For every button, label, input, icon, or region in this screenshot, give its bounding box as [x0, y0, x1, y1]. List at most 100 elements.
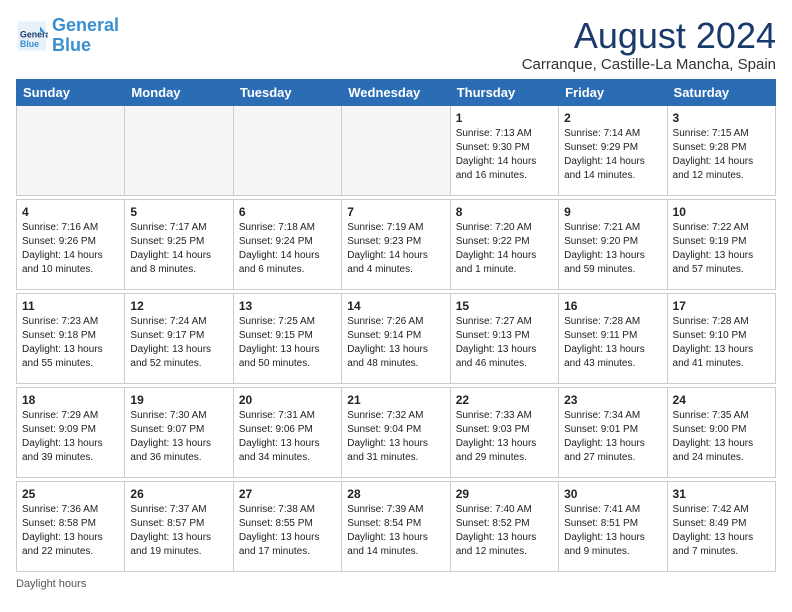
day-detail: Sunrise: 7:34 AM Sunset: 9:01 PM Dayligh…	[564, 409, 661, 465]
location-subtitle: Carranque, Castille-La Mancha, Spain	[522, 56, 776, 73]
day-cell: 6Sunrise: 7:18 AM Sunset: 9:24 PM Daylig…	[233, 199, 341, 289]
header-area: General Blue General Blue August 2024 Ca…	[16, 16, 776, 73]
day-cell: 30Sunrise: 7:41 AM Sunset: 8:51 PM Dayli…	[559, 481, 667, 571]
day-number: 13	[239, 298, 336, 315]
day-number: 24	[673, 392, 770, 409]
day-cell	[342, 105, 450, 195]
day-cell: 14Sunrise: 7:26 AM Sunset: 9:14 PM Dayli…	[342, 293, 450, 383]
day-number: 6	[239, 204, 336, 221]
svg-text:Blue: Blue	[20, 39, 39, 49]
day-detail: Sunrise: 7:14 AM Sunset: 9:29 PM Dayligh…	[564, 127, 661, 183]
day-detail: Sunrise: 7:25 AM Sunset: 9:15 PM Dayligh…	[239, 315, 336, 371]
day-cell: 3Sunrise: 7:15 AM Sunset: 9:28 PM Daylig…	[667, 105, 775, 195]
week-row-1: 1Sunrise: 7:13 AM Sunset: 9:30 PM Daylig…	[17, 105, 776, 195]
day-cell: 29Sunrise: 7:40 AM Sunset: 8:52 PM Dayli…	[450, 481, 558, 571]
day-cell: 17Sunrise: 7:28 AM Sunset: 9:10 PM Dayli…	[667, 293, 775, 383]
logo: General Blue General Blue	[16, 16, 119, 56]
day-number: 21	[347, 392, 444, 409]
day-cell: 21Sunrise: 7:32 AM Sunset: 9:04 PM Dayli…	[342, 387, 450, 477]
day-number: 10	[673, 204, 770, 221]
day-detail: Sunrise: 7:21 AM Sunset: 9:20 PM Dayligh…	[564, 221, 661, 277]
day-cell: 2Sunrise: 7:14 AM Sunset: 9:29 PM Daylig…	[559, 105, 667, 195]
day-number: 11	[22, 298, 119, 315]
day-cell: 28Sunrise: 7:39 AM Sunset: 8:54 PM Dayli…	[342, 481, 450, 571]
day-number: 31	[673, 486, 770, 503]
day-detail: Sunrise: 7:24 AM Sunset: 9:17 PM Dayligh…	[130, 315, 227, 371]
day-cell: 31Sunrise: 7:42 AM Sunset: 8:49 PM Dayli…	[667, 481, 775, 571]
day-detail: Sunrise: 7:23 AM Sunset: 9:18 PM Dayligh…	[22, 315, 119, 371]
day-number: 7	[347, 204, 444, 221]
svg-text:General: General	[20, 29, 48, 39]
col-tuesday: Tuesday	[233, 79, 341, 105]
day-detail: Sunrise: 7:22 AM Sunset: 9:19 PM Dayligh…	[673, 221, 770, 277]
day-number: 25	[22, 486, 119, 503]
day-detail: Sunrise: 7:20 AM Sunset: 9:22 PM Dayligh…	[456, 221, 553, 277]
week-row-5: 25Sunrise: 7:36 AM Sunset: 8:58 PM Dayli…	[17, 481, 776, 571]
day-detail: Sunrise: 7:28 AM Sunset: 9:11 PM Dayligh…	[564, 315, 661, 371]
day-cell: 24Sunrise: 7:35 AM Sunset: 9:00 PM Dayli…	[667, 387, 775, 477]
day-number: 27	[239, 486, 336, 503]
day-detail: Sunrise: 7:13 AM Sunset: 9:30 PM Dayligh…	[456, 127, 553, 183]
day-cell: 11Sunrise: 7:23 AM Sunset: 9:18 PM Dayli…	[17, 293, 125, 383]
calendar-body: 1Sunrise: 7:13 AM Sunset: 9:30 PM Daylig…	[17, 105, 776, 571]
day-cell: 25Sunrise: 7:36 AM Sunset: 8:58 PM Dayli…	[17, 481, 125, 571]
day-detail: Sunrise: 7:15 AM Sunset: 9:28 PM Dayligh…	[673, 127, 770, 183]
day-cell: 12Sunrise: 7:24 AM Sunset: 9:17 PM Dayli…	[125, 293, 233, 383]
day-number: 14	[347, 298, 444, 315]
day-detail: Sunrise: 7:30 AM Sunset: 9:07 PM Dayligh…	[130, 409, 227, 465]
day-cell: 4Sunrise: 7:16 AM Sunset: 9:26 PM Daylig…	[17, 199, 125, 289]
day-number: 5	[130, 204, 227, 221]
day-cell: 7Sunrise: 7:19 AM Sunset: 9:23 PM Daylig…	[342, 199, 450, 289]
day-detail: Sunrise: 7:41 AM Sunset: 8:51 PM Dayligh…	[564, 503, 661, 559]
day-number: 23	[564, 392, 661, 409]
day-number: 19	[130, 392, 227, 409]
day-detail: Sunrise: 7:16 AM Sunset: 9:26 PM Dayligh…	[22, 221, 119, 277]
day-detail: Sunrise: 7:31 AM Sunset: 9:06 PM Dayligh…	[239, 409, 336, 465]
day-detail: Sunrise: 7:32 AM Sunset: 9:04 PM Dayligh…	[347, 409, 444, 465]
day-number: 28	[347, 486, 444, 503]
day-cell: 8Sunrise: 7:20 AM Sunset: 9:22 PM Daylig…	[450, 199, 558, 289]
day-detail: Sunrise: 7:33 AM Sunset: 9:03 PM Dayligh…	[456, 409, 553, 465]
day-number: 8	[456, 204, 553, 221]
day-number: 20	[239, 392, 336, 409]
day-detail: Sunrise: 7:39 AM Sunset: 8:54 PM Dayligh…	[347, 503, 444, 559]
month-title: August 2024	[522, 16, 776, 56]
day-number: 17	[673, 298, 770, 315]
day-cell: 10Sunrise: 7:22 AM Sunset: 9:19 PM Dayli…	[667, 199, 775, 289]
day-number: 1	[456, 110, 553, 127]
day-cell: 15Sunrise: 7:27 AM Sunset: 9:13 PM Dayli…	[450, 293, 558, 383]
day-cell: 9Sunrise: 7:21 AM Sunset: 9:20 PM Daylig…	[559, 199, 667, 289]
day-detail: Sunrise: 7:42 AM Sunset: 8:49 PM Dayligh…	[673, 503, 770, 559]
day-number: 2	[564, 110, 661, 127]
col-friday: Friday	[559, 79, 667, 105]
day-cell: 19Sunrise: 7:30 AM Sunset: 9:07 PM Dayli…	[125, 387, 233, 477]
day-number: 12	[130, 298, 227, 315]
day-cell	[125, 105, 233, 195]
day-cell: 1Sunrise: 7:13 AM Sunset: 9:30 PM Daylig…	[450, 105, 558, 195]
logo-icon: General Blue	[16, 20, 48, 52]
day-cell: 16Sunrise: 7:28 AM Sunset: 9:11 PM Dayli…	[559, 293, 667, 383]
daylight-label: Daylight hours	[16, 578, 86, 590]
day-detail: Sunrise: 7:37 AM Sunset: 8:57 PM Dayligh…	[130, 503, 227, 559]
day-number: 26	[130, 486, 227, 503]
col-thursday: Thursday	[450, 79, 558, 105]
day-number: 3	[673, 110, 770, 127]
day-detail: Sunrise: 7:35 AM Sunset: 9:00 PM Dayligh…	[673, 409, 770, 465]
day-number: 18	[22, 392, 119, 409]
day-number: 29	[456, 486, 553, 503]
day-cell: 5Sunrise: 7:17 AM Sunset: 9:25 PM Daylig…	[125, 199, 233, 289]
day-number: 16	[564, 298, 661, 315]
day-detail: Sunrise: 7:19 AM Sunset: 9:23 PM Dayligh…	[347, 221, 444, 277]
footer: Daylight hours	[16, 578, 776, 590]
day-detail: Sunrise: 7:28 AM Sunset: 9:10 PM Dayligh…	[673, 315, 770, 371]
day-detail: Sunrise: 7:17 AM Sunset: 9:25 PM Dayligh…	[130, 221, 227, 277]
week-row-3: 11Sunrise: 7:23 AM Sunset: 9:18 PM Dayli…	[17, 293, 776, 383]
day-cell: 22Sunrise: 7:33 AM Sunset: 9:03 PM Dayli…	[450, 387, 558, 477]
day-detail: Sunrise: 7:18 AM Sunset: 9:24 PM Dayligh…	[239, 221, 336, 277]
day-cell	[17, 105, 125, 195]
calendar-table: Sunday Monday Tuesday Wednesday Thursday…	[16, 79, 776, 572]
day-number: 9	[564, 204, 661, 221]
header-row: Sunday Monday Tuesday Wednesday Thursday…	[17, 79, 776, 105]
day-detail: Sunrise: 7:40 AM Sunset: 8:52 PM Dayligh…	[456, 503, 553, 559]
day-detail: Sunrise: 7:36 AM Sunset: 8:58 PM Dayligh…	[22, 503, 119, 559]
